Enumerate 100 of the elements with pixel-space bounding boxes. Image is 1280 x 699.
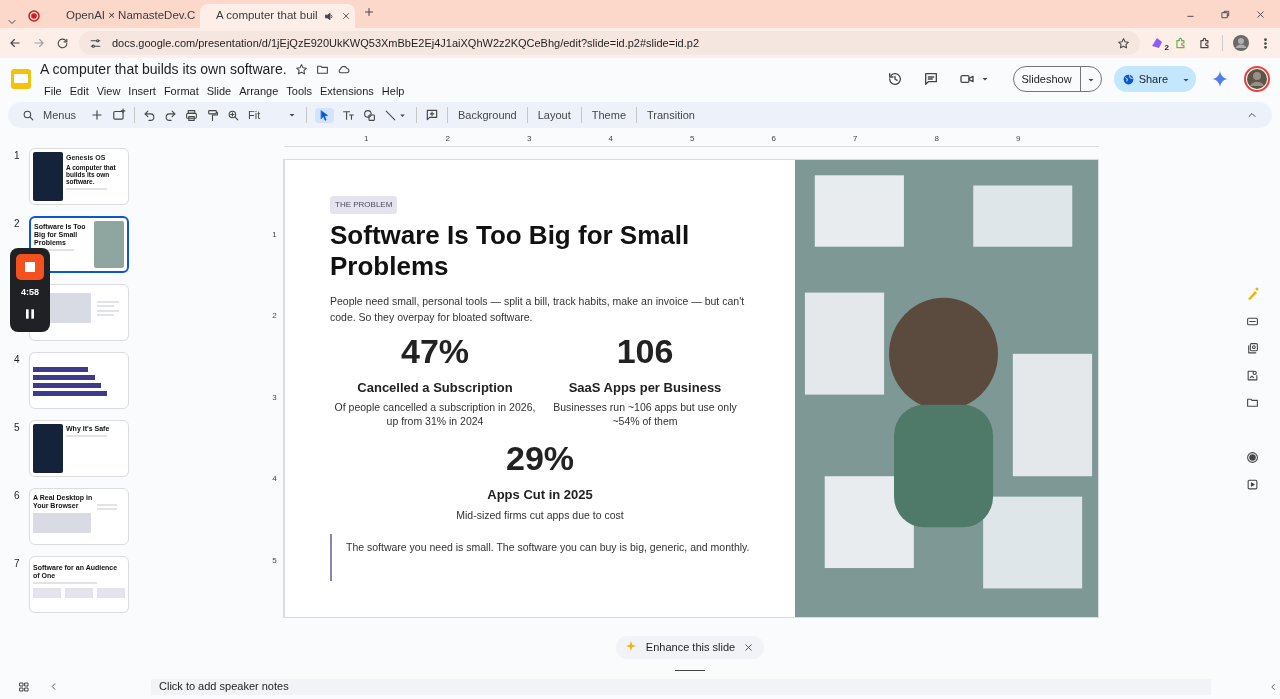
profile-avatar-icon[interactable] [1233,35,1249,51]
new-slide-icon[interactable] [112,108,127,122]
print-icon[interactable] [185,108,199,122]
zoom-dropdown[interactable]: Fit [248,106,299,124]
reload-icon[interactable] [56,36,69,50]
grid-view-icon[interactable] [18,680,30,693]
ruler-number: 3 [272,391,277,404]
expand-icon[interactable] [1268,681,1278,692]
ruler-number: 4 [608,134,613,143]
browser-tab[interactable]: A computer that buil [200,4,355,28]
history-icon[interactable] [886,71,903,87]
account-avatar-icon[interactable] [1244,66,1270,92]
undo-icon[interactable] [143,108,157,122]
redo-icon[interactable] [164,108,178,122]
stat-value: 29% [505,438,575,480]
stat-label: Cancelled a Subscription [357,378,513,397]
add-icon[interactable] [90,108,105,122]
globe-icon [1121,72,1135,86]
recording-time: 4:58 [21,286,39,299]
record-icon[interactable] [1246,451,1259,464]
tab-title: OpenAI × NamasteDev.C [66,8,196,24]
speaker-notes-field[interactable]: Click to add speaker notes [151,678,1211,695]
stat-label: SaaS Apps per Business [568,378,722,397]
add-comment-icon[interactable] [425,108,440,122]
sparkle-icon[interactable] [1212,71,1228,87]
enhance-slide-chip[interactable]: Enhance this slide [615,636,765,659]
layers-icon[interactable] [1246,342,1259,355]
slide-number: 6 [14,489,21,503]
shape-icon[interactable] [363,108,377,122]
pull-quote: The software you need is small. The software you can buy is big, generic, and monthly. [330,533,750,581]
close-icon[interactable] [743,641,755,653]
address-bar[interactable]: docs.google.com/presentation/d/1jEjQzE920UkKWQ53XmBbE2Ej4J1aiXQhW2z2KQCeBhg/edit?slide=id.p2#slide=id.p2 [79,31,1140,55]
ruler-number: 4 [272,473,277,485]
zoom-icon[interactable] [227,108,241,122]
close-icon[interactable] [1255,9,1266,20]
thumbnail-image [33,424,63,473]
close-icon[interactable] [340,11,351,21]
star-icon[interactable] [294,62,308,76]
keyboard-icon[interactable] [1246,315,1259,328]
menu-item[interactable]: File [40,82,66,100]
new-tab-icon[interactable] [363,5,375,18]
menu-item[interactable]: Insert [124,82,160,100]
menu-item[interactable]: View [92,82,125,100]
restore-icon[interactable] [1220,9,1231,20]
stat-note: Businesses run ~106 apps but use only ~54% of them [552,400,738,429]
ruler-number: 1 [364,134,369,143]
ruler-number: 2 [272,310,277,322]
text-box-icon[interactable] [342,108,356,122]
ruler-number: 7 [853,134,858,143]
ruler-number: 5 [272,554,277,567]
slide-number: 5 [14,421,21,435]
ruler-number: 3 [527,134,532,143]
line-icon[interactable] [384,108,398,122]
ruler-number: 6 [771,134,776,143]
stat-value: 106 [616,330,674,372]
slide-number: 7 [14,557,21,571]
paint-format-icon[interactable] [206,108,220,122]
slide-number: 2 [14,217,21,231]
speaker-icon[interactable] [323,10,335,22]
search-icon [22,108,35,122]
site-info-icon[interactable] [89,36,102,50]
document-title[interactable]: A computer that builds its own software. [40,58,287,80]
section-tag: THE PROBLEM [330,196,398,214]
folder-icon[interactable] [1246,396,1259,409]
menus-search-button[interactable]: Menus [16,106,83,124]
slide-paragraph: People need small, personal tools — split a bill, track habits, make an invoice — but can't code. So they overpay for bloated software. [330,294,746,325]
toolbar-button[interactable]: Theme [589,106,629,124]
menu-item[interactable]: Slide [202,82,236,100]
menu-item[interactable]: Extensions [316,82,378,100]
ruler-number: 9 [1016,134,1021,143]
ruler-number: 2 [445,134,450,143]
menu-item[interactable]: Help [377,82,409,100]
slide-title: Software Is Too Big for Small Problems [330,220,691,283]
menu-item[interactable]: Arrange [235,82,283,100]
stat-label: Apps Cut in 2025 [487,486,593,505]
ruler-number: 1 [272,228,277,241]
toolbar-button[interactable]: Transition [645,106,697,124]
stop-recording-button[interactable] [16,254,44,280]
menu-item[interactable]: Edit [65,82,93,100]
back-icon[interactable] [8,36,22,50]
extensions-icon[interactable] [1198,36,1212,50]
notification-count: 2 [1164,42,1169,54]
menu-item[interactable]: Format [159,82,203,100]
stat-note: Mid-sized firms cut apps due to cost [456,507,624,522]
toolbar-button[interactable]: Layout [535,106,573,124]
stop-icon [25,262,35,272]
thumbnail-image [33,152,63,201]
toolbar-button[interactable]: Background [456,106,519,124]
video-icon[interactable] [1246,478,1259,491]
stat-note: Of people cancelled a subscription in 2026, up from 31% in 2024 [333,400,537,429]
stat-value: 47% [400,330,470,372]
image-person-icon[interactable] [1246,369,1259,382]
bookmark-star-icon[interactable] [1117,36,1130,50]
record-icon [28,10,40,22]
comment-icon[interactable] [922,71,939,87]
menu-item[interactable]: Tools [282,82,316,100]
thumbnail-image [94,221,124,268]
tab-title: A computer that buil [216,8,318,24]
enhance-label: Enhance this slide [645,640,736,655]
extension-icon[interactable] [1150,36,1164,50]
